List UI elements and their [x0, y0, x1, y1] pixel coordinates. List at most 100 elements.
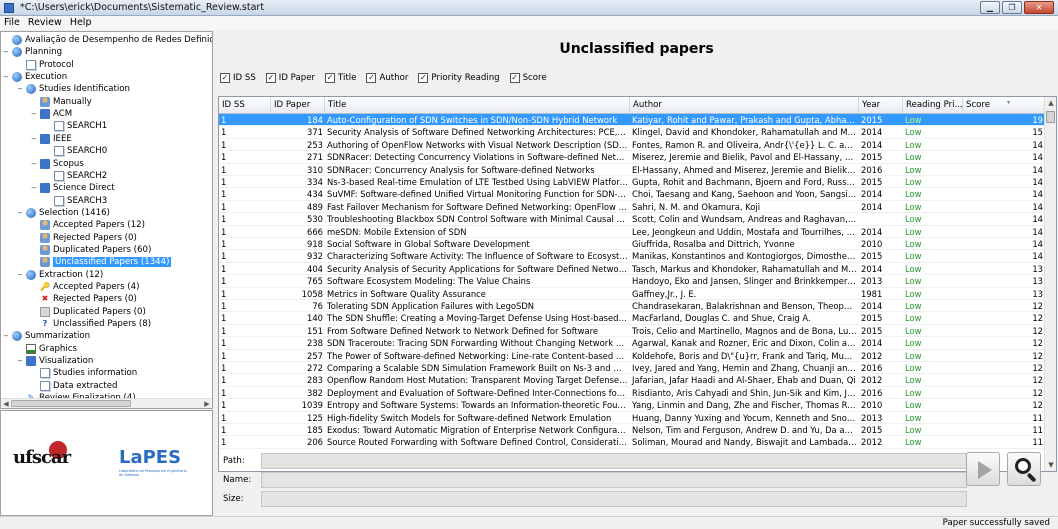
- table-vertical-scrollbar[interactable]: ▲ ▼: [1044, 97, 1056, 471]
- tree-item[interactable]: SEARCH2: [45, 170, 107, 182]
- open-paper-button[interactable]: [966, 452, 1000, 486]
- table-row[interactable]: 1 530 Troubleshooting Blackbox SDN Control…: [219, 213, 1045, 226]
- scroll-right-icon[interactable]: ▶: [202, 399, 212, 408]
- table-row[interactable]: 1 125 High-fidelity Switch Models for Soft…: [219, 412, 1045, 424]
- tree-item[interactable]: Accepted Papers (12): [31, 219, 145, 231]
- checkbox-icon[interactable]: ✓: [220, 73, 230, 83]
- tree-item[interactable]: ? Unclassified Papers (8): [31, 318, 151, 330]
- scroll-up-icon[interactable]: ▲: [1045, 97, 1056, 109]
- tree-item[interactable]: Avaliação de Desempenho de Redes Definid…: [3, 34, 212, 46]
- table-row[interactable]: 1 140 The SDN Shuffle: Creating a Moving-T…: [219, 312, 1045, 325]
- tree-item[interactable]: Duplicated Papers (0): [31, 306, 146, 318]
- tree-item[interactable]: − Planning: [3, 46, 62, 58]
- checkbox-icon[interactable]: ✓: [265, 73, 276, 83]
- table-row[interactable]: 1 489 Fast Failover Mechanism for Software…: [219, 201, 1045, 214]
- tree-item[interactable]: Protocol: [17, 59, 74, 71]
- tree-item[interactable]: Graphics: [17, 343, 77, 355]
- column-header[interactable]: Title: [325, 97, 630, 114]
- table-row[interactable]: 1 765 Software Ecosystem Modeling: The Val…: [219, 275, 1045, 288]
- tree-item[interactable]: SEARCH3: [45, 195, 107, 207]
- table-row[interactable]: 1 206 Source Routed Forwarding with Softwa…: [219, 436, 1045, 449]
- table-row[interactable]: 1 1058 Metrics in Software Quality Assuran…: [219, 288, 1045, 300]
- table-row[interactable]: 1 334 Ns-3-based Real-time Emulation of LT…: [219, 176, 1045, 189]
- table-row[interactable]: 1 1039 Entropy and Software Systems: Towar…: [219, 399, 1045, 412]
- tree-item[interactable]: − Summarization: [3, 330, 90, 342]
- table-row[interactable]: 1 272 Comparing a Scalable SDN Simulation …: [219, 362, 1045, 375]
- tree-expander[interactable]: −: [31, 135, 39, 143]
- tree-item[interactable]: − IEEE: [31, 133, 72, 145]
- column-header[interactable]: Year: [859, 97, 903, 114]
- table-row[interactable]: 1 404 Security Analysis of Security Applic…: [219, 263, 1045, 276]
- column-header[interactable]: ID SS: [219, 97, 271, 114]
- menu-file[interactable]: File: [0, 16, 24, 30]
- menu-help[interactable]: Help: [66, 16, 96, 30]
- path-field[interactable]: [261, 453, 967, 469]
- tree-expander[interactable]: −: [31, 110, 39, 118]
- tree-expander[interactable]: −: [17, 209, 25, 217]
- table-row[interactable]: 1 382 Deployment and Evaluation of Softwar…: [219, 387, 1045, 400]
- tree-item[interactable]: 🔑 Accepted Papers (4): [31, 281, 139, 293]
- table-row[interactable]: 1 257 The Power of Software-defined Networ…: [219, 350, 1045, 362]
- tree-scroll-thumb[interactable]: [11, 400, 131, 407]
- column-toggle[interactable]: ✓ Score: [509, 73, 547, 83]
- column-header[interactable]: ID Paper: [271, 97, 325, 114]
- name-field[interactable]: [261, 472, 967, 488]
- tree-item[interactable]: − Execution: [3, 71, 67, 83]
- table-row[interactable]: 1 371 Security Analysis of Software Define…: [219, 126, 1045, 139]
- table-row[interactable]: 1 283 Openflow Random Host Mutation: Trans…: [219, 374, 1045, 387]
- tree-item[interactable]: − Selection (1416): [17, 207, 110, 219]
- column-toggle[interactable]: ✓ ID SS: [220, 73, 256, 83]
- tree-expander[interactable]: −: [3, 73, 11, 81]
- maximize-button[interactable]: ❐: [1002, 1, 1022, 14]
- table-scroll-thumb[interactable]: [1046, 111, 1055, 123]
- tree-item[interactable]: − ACM: [31, 108, 72, 120]
- search-paper-button[interactable]: [1007, 452, 1041, 486]
- table-row[interactable]: 1 271 SDNRacer: Detecting Concurrency Viol…: [219, 151, 1045, 164]
- tree-expander[interactable]: −: [17, 85, 25, 93]
- tree-item[interactable]: SEARCH1: [45, 120, 107, 132]
- menu-review[interactable]: Review: [24, 16, 66, 30]
- column-header[interactable]: Reading Pri...: [903, 97, 963, 114]
- table-row[interactable]: 1 918 Social Software in Global Software D…: [219, 238, 1045, 251]
- scroll-down-icon[interactable]: ▼: [1045, 459, 1056, 471]
- table-row[interactable]: 1 151 From Software Defined Network to Net…: [219, 325, 1045, 338]
- size-field[interactable]: [261, 491, 967, 507]
- tree-item[interactable]: Rejected Papers (0): [31, 232, 137, 244]
- checkbox-icon[interactable]: ✓: [509, 73, 520, 83]
- table-row[interactable]: 1 185 Exodus: Toward Automatic Migration o…: [219, 424, 1045, 437]
- table-row[interactable]: 1 238 SDN Traceroute: Tracing SDN Forwardi…: [219, 337, 1045, 350]
- table-row[interactable]: 1 310 SDNRacer: Concurrency Analysis for S…: [219, 164, 1045, 176]
- checkbox-icon[interactable]: ✓: [418, 73, 429, 83]
- tree-item[interactable]: ✖ Rejected Papers (0): [31, 293, 137, 305]
- table-row[interactable]: 1 253 Authoring of OpenFlow Networks with …: [219, 139, 1045, 152]
- tree-expander[interactable]: −: [31, 160, 39, 168]
- column-toggle[interactable]: ✓ Title: [325, 73, 356, 83]
- tree-expander[interactable]: −: [17, 271, 25, 279]
- column-header[interactable]: Score ▾: [963, 97, 1045, 114]
- checkbox-icon[interactable]: ✓: [325, 73, 336, 83]
- table-row[interactable]: 1 434 SuVMF: Software-defined Unified Virt…: [219, 188, 1045, 201]
- tree-item[interactable]: − Extraction (12): [17, 269, 103, 281]
- checkbox-icon[interactable]: ✓: [366, 73, 377, 83]
- tree-expander[interactable]: −: [3, 48, 11, 56]
- table-row[interactable]: 1 932 Characterizing Software Activity: Th…: [219, 250, 1045, 263]
- minimize-button[interactable]: ▁: [980, 1, 1000, 14]
- tree-horizontal-scrollbar[interactable]: ◀ ▶: [1, 398, 212, 408]
- tree-item[interactable]: − Science Direct: [31, 182, 115, 194]
- column-toggle[interactable]: ✓ ID Paper: [265, 73, 315, 83]
- scroll-left-icon[interactable]: ◀: [1, 399, 11, 408]
- tree-item[interactable]: − Studies Identification: [17, 83, 130, 95]
- tree-item[interactable]: Studies information: [31, 367, 137, 379]
- tree-item[interactable]: Data extracted: [31, 380, 117, 392]
- tree-expander[interactable]: −: [31, 184, 39, 192]
- tree-item[interactable]: Unclassified Papers (1344): [31, 256, 172, 268]
- tree-expander[interactable]: −: [17, 357, 25, 365]
- table-row[interactable]: 1 666 meSDN: Mobile Extension of SDN Lee, J…: [219, 226, 1045, 238]
- column-header[interactable]: Author: [630, 97, 859, 114]
- column-toggle[interactable]: ✓ Author: [366, 73, 408, 83]
- tree-expander[interactable]: −: [3, 332, 11, 340]
- close-button[interactable]: ✕: [1024, 1, 1054, 14]
- tree-item[interactable]: − Scopus: [31, 158, 84, 170]
- tree-item[interactable]: − Visualization: [17, 355, 93, 367]
- tree-item[interactable]: Duplicated Papers (60): [31, 244, 151, 256]
